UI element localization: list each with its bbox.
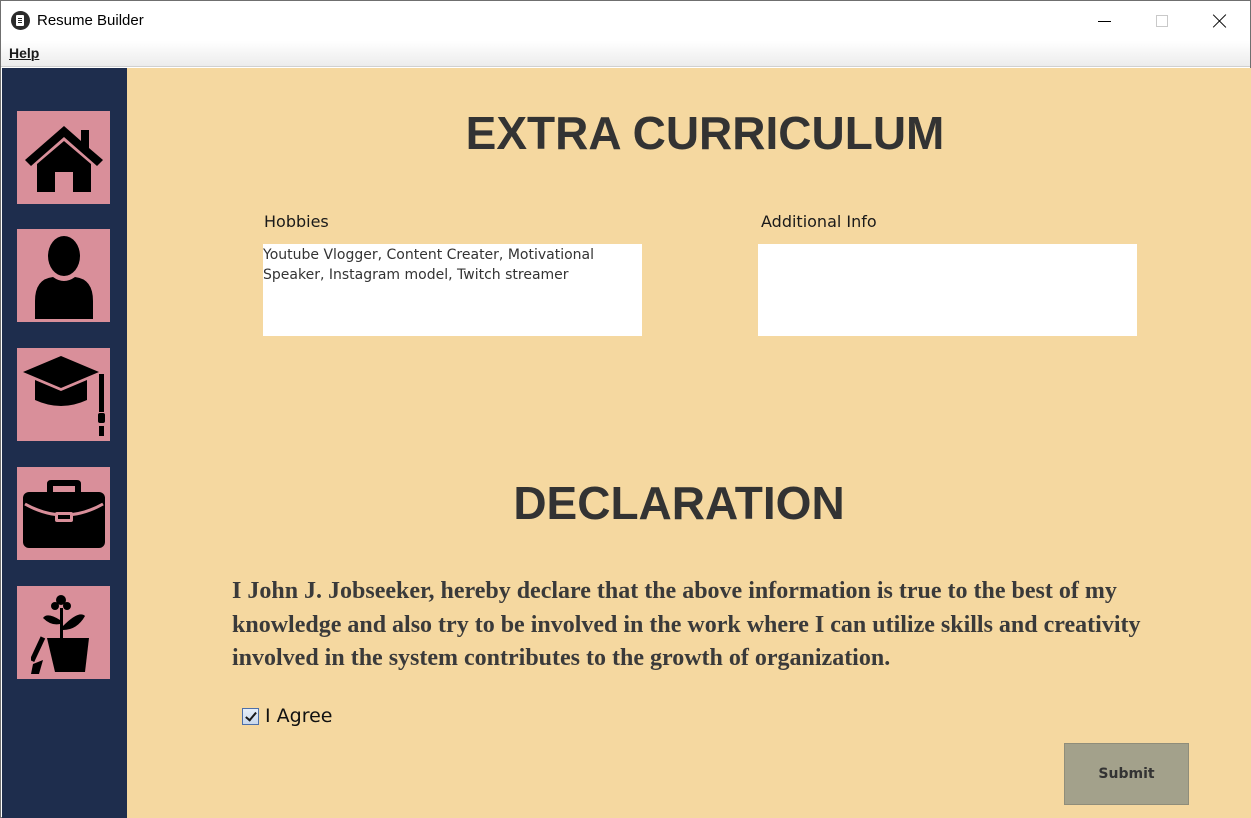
extra-curriculum-heading: EXTRA CURRICULUM — [465, 107, 945, 159]
title-bar[interactable]: Resume Builder — [1, 1, 1250, 41]
maximize-icon — [1156, 15, 1168, 27]
app-window: Resume Builder Help EXTRA CURRICULUM Hob… — [0, 0, 1251, 818]
agree-checkbox-row[interactable]: I Agree — [242, 705, 332, 727]
user-icon — [34, 235, 93, 319]
additional-info-field[interactable] — [758, 244, 1137, 336]
sidebar-item-experience[interactable] — [17, 467, 110, 560]
hobbies-label: Hobbies — [264, 212, 329, 231]
submit-button[interactable]: Submit — [1064, 743, 1189, 805]
home-icon — [24, 125, 103, 192]
additional-info-label: Additional Info — [761, 212, 877, 231]
agree-checkbox[interactable] — [242, 707, 259, 725]
declaration-text: I John J. Jobseeker, hereby declare that… — [232, 578, 1141, 671]
sidebar-item-extra-curriculum[interactable] — [17, 586, 110, 679]
sidebar-item-personal[interactable] — [17, 229, 110, 322]
app-icon — [11, 11, 30, 30]
hobbies-field[interactable]: Youtube Vlogger, Content Creater, Motiva… — [263, 244, 642, 336]
minimize-icon — [1097, 20, 1111, 22]
minimize-button[interactable] — [1075, 1, 1133, 41]
briefcase-icon — [22, 479, 105, 548]
sidebar-item-education[interactable] — [17, 348, 110, 441]
close-icon — [1213, 14, 1227, 28]
agree-label: I Agree — [265, 705, 333, 727]
sidebar — [2, 68, 127, 818]
window-title: Resume Builder — [37, 12, 144, 29]
plant-shovel-icon — [30, 594, 89, 674]
close-button[interactable] — [1191, 1, 1249, 41]
menu-help[interactable]: Help — [9, 45, 39, 61]
menu-bar: Help — [1, 41, 1250, 67]
maximize-button[interactable] — [1133, 1, 1191, 41]
graduation-cap-icon — [22, 355, 105, 436]
declaration-heading: DECLARATION — [513, 477, 845, 529]
main-content: EXTRA CURRICULUM Hobbies Youtube Vlogger… — [127, 68, 1251, 818]
sidebar-item-home[interactable] — [17, 111, 110, 204]
